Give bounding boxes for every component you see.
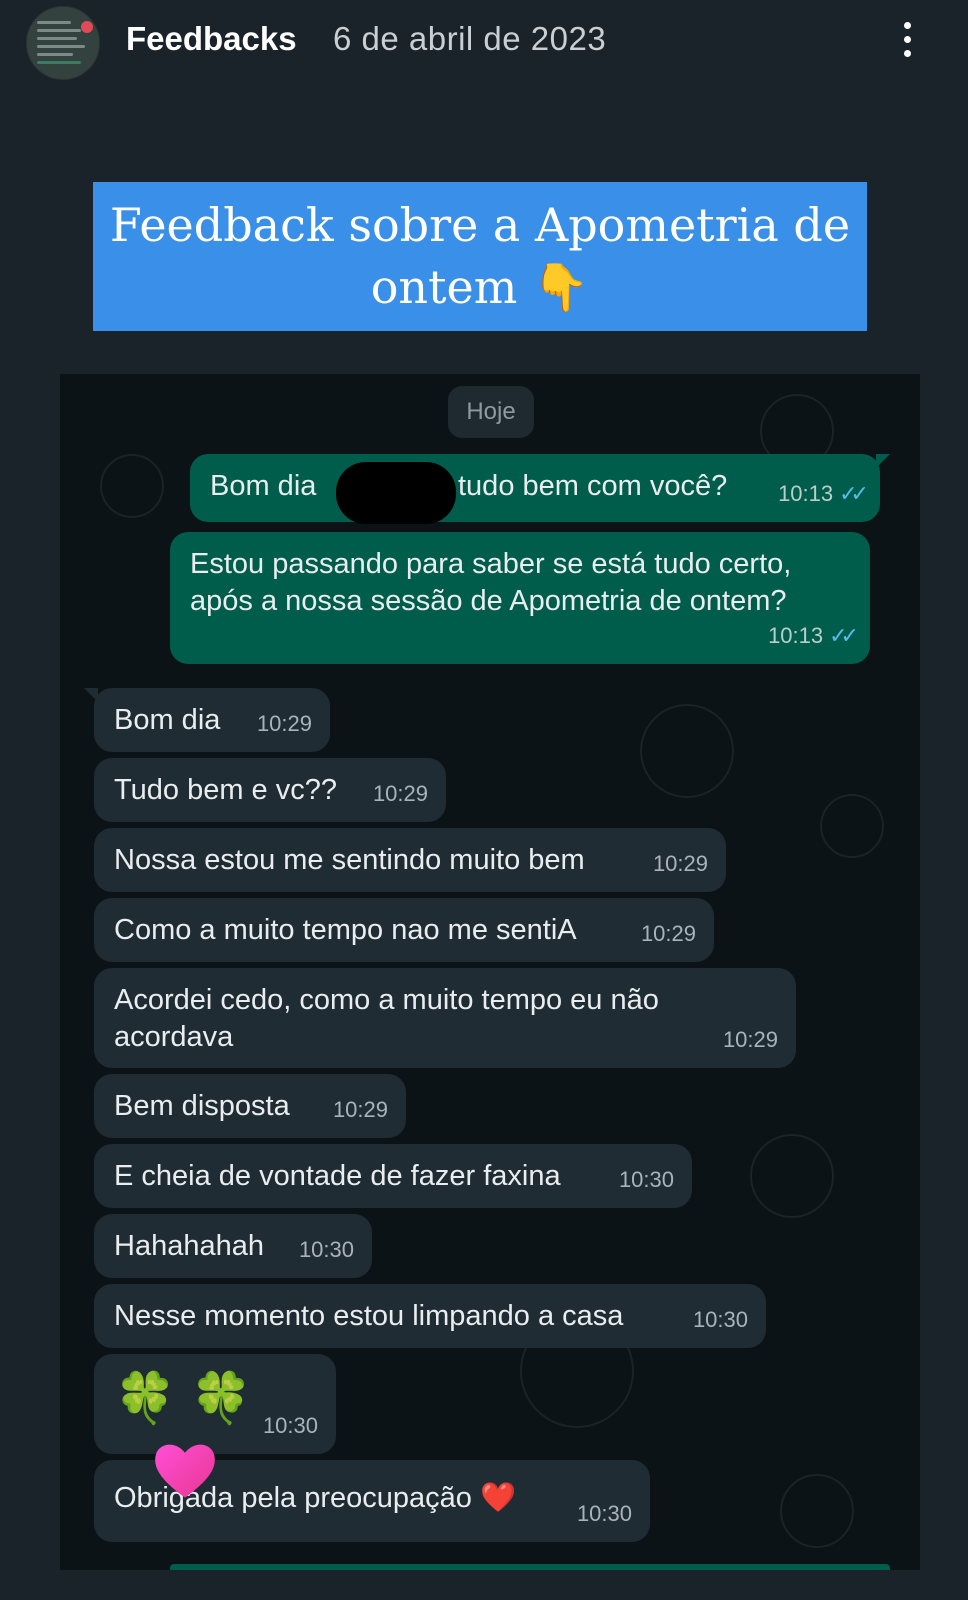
incoming-message[interactable]: Bem disposta 10:29: [94, 1074, 406, 1138]
message-text: Como a muito tempo nao me sentiA: [114, 914, 577, 946]
message-time: 10:13: [768, 623, 824, 648]
message-text: Acordei cedo, como a muito tempo eu não …: [114, 984, 659, 1053]
message-time: 10:29: [722, 1027, 778, 1052]
feedback-banner: Feedback sobre a Apometria de ontem 👇: [93, 182, 867, 331]
message-time: 10:30: [298, 1237, 354, 1262]
incoming-message[interactable]: Bom dia 10:29: [84, 688, 330, 752]
more-vertical-icon[interactable]: [900, 22, 914, 62]
message-text: Nesse momento estou limpando a casa: [114, 1300, 624, 1332]
message-time: 10:29: [372, 781, 428, 806]
incoming-message[interactable]: Nesse momento estou limpando a casa 10:3…: [94, 1284, 766, 1348]
message-text: E cheia de vontade de fazer faxina: [114, 1160, 561, 1192]
banner-line-1: Feedback sobre a Apometria de: [109, 198, 851, 252]
next-message-edge: [170, 1564, 890, 1570]
message-text: Bom dia: [210, 470, 317, 502]
redacted-name: [336, 462, 456, 524]
message-text: Bem disposta: [114, 1090, 290, 1122]
story-header: Feedbacks 6 de abril de 2023: [0, 0, 968, 86]
day-divider: Hoje: [448, 386, 534, 438]
message-time: 10:29: [652, 851, 708, 876]
message-text: Estou passando para saber se está tudo c…: [190, 548, 792, 617]
message-time: 10:29: [332, 1097, 388, 1122]
message-text: Bom dia: [114, 704, 221, 736]
heart-sticker-icon: [155, 1444, 215, 1498]
message-time: 10:29: [256, 711, 312, 736]
profile-avatar[interactable]: [26, 6, 100, 80]
incoming-message[interactable]: Acordei cedo, como a muito tempo eu não …: [94, 968, 796, 1068]
message-time: 10:30: [576, 1501, 632, 1526]
message-time: 10:30: [692, 1307, 748, 1332]
read-ticks-icon: ✓✓: [839, 481, 869, 506]
clover-emoji: 🍀 🍀: [114, 1370, 253, 1426]
message-time: 10:29: [640, 921, 696, 946]
story-date: 6 de abril de 2023: [333, 20, 607, 57]
incoming-message[interactable]: Hahahahah 10:30: [94, 1214, 372, 1278]
message-text: tudo bem com você?: [458, 470, 728, 502]
heart-badge-icon: [81, 21, 93, 33]
message-time: 10:13: [778, 481, 834, 506]
message-text: Hahahahah: [114, 1230, 264, 1262]
banner-line-2-text: ontem: [370, 260, 518, 314]
pointing-down-icon: 👇: [532, 260, 590, 314]
message-text: Tudo bem e vc??: [114, 774, 337, 806]
message-time: 10:30: [262, 1413, 318, 1438]
chat-screenshot: Hoje Bom dia tudo bem com você? 10:13 ✓✓ …: [60, 374, 920, 1570]
incoming-message[interactable]: E cheia de vontade de fazer faxina 10:30: [94, 1144, 692, 1208]
incoming-message[interactable]: Como a muito tempo nao me sentiA 10:29: [94, 898, 714, 962]
message-text: Nossa estou me sentindo muito bem: [114, 844, 585, 876]
incoming-message[interactable]: Nossa estou me sentindo muito bem 10:29: [94, 828, 726, 892]
read-ticks-icon: ✓✓: [829, 623, 859, 648]
banner-line-2: ontem 👇: [93, 256, 867, 318]
story-title[interactable]: Feedbacks: [126, 20, 297, 58]
incoming-message[interactable]: Tudo bem e vc?? 10:29: [94, 758, 446, 822]
outgoing-message[interactable]: Bom dia tudo bem com você? 10:13 ✓✓: [190, 454, 890, 524]
message-time: 10:30: [618, 1167, 674, 1192]
outgoing-message[interactable]: Estou passando para saber se está tudo c…: [170, 532, 870, 664]
